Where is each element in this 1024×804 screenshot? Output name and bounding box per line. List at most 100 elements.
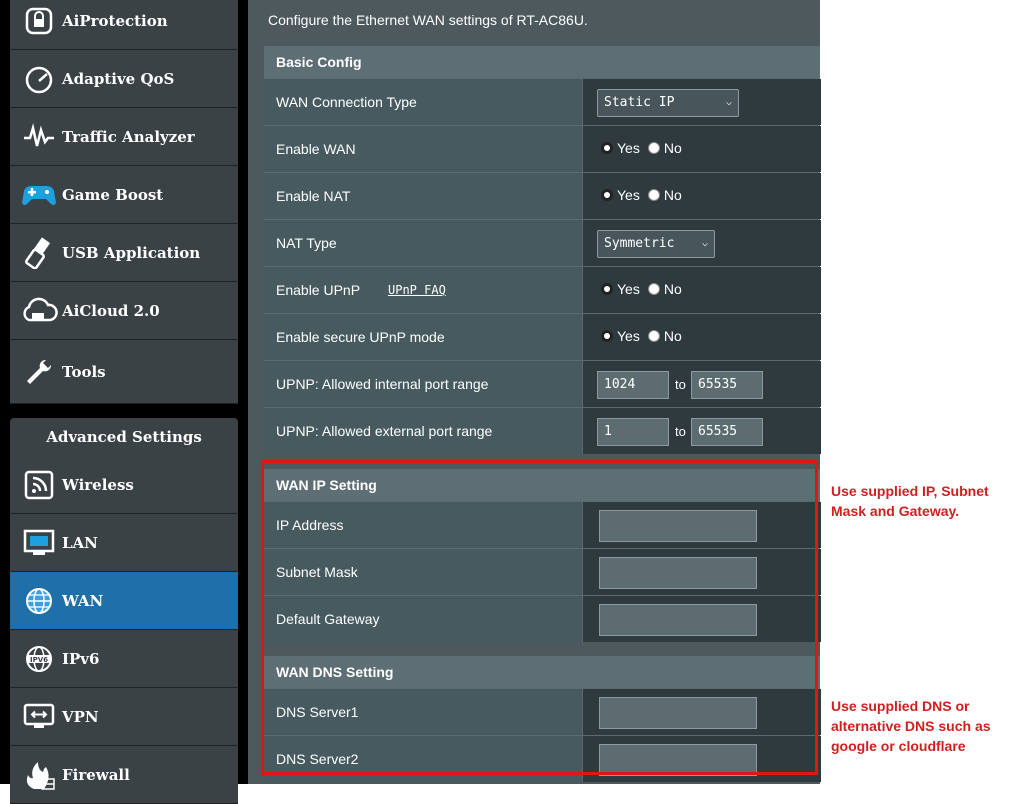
- enable-nat-yes-radio[interactable]: [601, 189, 613, 201]
- sidebar-item-traffic-analyzer[interactable]: Traffic Analyzer: [10, 108, 238, 166]
- chevron-down-icon: ⌵: [701, 238, 708, 249]
- enable-wan-no-radio[interactable]: [647, 142, 660, 154]
- secure-upnp-yes-radio[interactable]: [601, 330, 613, 342]
- dns-server2-input[interactable]: [599, 744, 757, 776]
- radio-label: No: [663, 140, 682, 156]
- annotation-line: Use supplied IP, Subnet: [831, 483, 989, 499]
- sidebar-item-usb-application[interactable]: USB Application: [10, 224, 238, 282]
- section-wan-dns-setting: WAN DNS Setting: [264, 656, 820, 688]
- select-value: Symmetric: [604, 236, 675, 251]
- sidebar-item-label: LAN: [62, 533, 98, 552]
- globe-icon: [18, 584, 60, 618]
- row-enable-upnp: Enable UPnP UPnP FAQ Yes No: [264, 266, 821, 313]
- annotation-line: alternative DNS such as: [831, 718, 991, 734]
- radio-label: Yes: [617, 328, 640, 344]
- default-gateway-input[interactable]: [599, 604, 757, 636]
- internal-port-to-input[interactable]: 65535: [691, 371, 763, 399]
- select-value: Static IP: [604, 95, 675, 110]
- row-label: DNS Server1: [276, 704, 359, 720]
- ip-address-input[interactable]: [599, 510, 757, 542]
- row-enable-nat: Enable NAT Yes No: [264, 172, 821, 219]
- sidebar-item-vpn[interactable]: VPN: [10, 688, 238, 746]
- external-port-from-input[interactable]: 1: [597, 418, 669, 446]
- wan-settings-panel: Configure the Ethernet WAN settings of R…: [248, 0, 821, 784]
- range-to-label: to: [675, 377, 686, 392]
- cloud-icon: [18, 294, 60, 328]
- sidebar-item-wireless[interactable]: Wireless: [10, 456, 238, 514]
- row-label: IP Address: [276, 517, 344, 533]
- radio-label: Yes: [617, 187, 640, 203]
- internal-port-from-input[interactable]: 1024: [597, 371, 669, 399]
- radio-label: Yes: [617, 140, 640, 156]
- sidebar-item-firewall[interactable]: Firewall: [10, 746, 238, 804]
- wrench-icon: [18, 355, 60, 389]
- row-label: UPNP: Allowed internal port range: [276, 376, 489, 392]
- row-ip-address: IP Address: [264, 501, 821, 548]
- sidebar-item-wan[interactable]: WAN: [10, 572, 238, 630]
- sidebar-item-label: VPN: [62, 707, 99, 726]
- row-dns-server2: DNS Server2: [264, 735, 821, 782]
- radio-label: No: [663, 328, 682, 344]
- ipv6-globe-icon: IPV6: [18, 642, 60, 676]
- traffic-wave-icon: [18, 120, 60, 154]
- subnet-mask-input[interactable]: [599, 557, 757, 589]
- fire-icon: [18, 758, 60, 792]
- row-internal-port-range: UPNP: Allowed internal port range 1024 t…: [264, 360, 821, 407]
- annotation-ip-note: Use supplied IP, Subnet Mask and Gateway…: [831, 481, 989, 521]
- sidebar-item-tools[interactable]: Tools: [10, 340, 238, 404]
- sidebar-item-label: Firewall: [62, 765, 130, 784]
- sidebar-item-label: Tools: [62, 362, 106, 381]
- row-secure-upnp: Enable secure UPnP mode Yes No: [264, 313, 821, 360]
- sidebar-item-label: Traffic Analyzer: [62, 127, 195, 146]
- sidebar-item-aiprotection[interactable]: AiProtection: [10, 0, 238, 50]
- sidebar-item-adaptive-qos[interactable]: Adaptive QoS: [10, 50, 238, 108]
- advanced-settings-header: Advanced Settings: [10, 418, 238, 456]
- row-subnet-mask: Subnet Mask: [264, 548, 821, 595]
- sidebar-item-label: IPv6: [62, 649, 100, 668]
- sidebar-item-label: AiCloud 2.0: [62, 301, 160, 320]
- sidebar-item-lan[interactable]: LAN: [10, 514, 238, 572]
- sidebar-item-game-boost[interactable]: Game Boost: [10, 166, 238, 224]
- enable-upnp-yes-radio[interactable]: [601, 283, 613, 295]
- sidebar-item-label: WAN: [62, 591, 104, 610]
- radio-label: No: [663, 187, 682, 203]
- row-label: WAN Connection Type: [276, 94, 417, 110]
- usb-icon: [18, 236, 60, 270]
- sidebar-item-label: Game Boost: [62, 185, 164, 204]
- secure-upnp-no-radio[interactable]: [647, 330, 660, 342]
- chevron-down-icon: ⌵: [725, 97, 732, 108]
- upnp-faq-link[interactable]: UPnP FAQ: [388, 267, 446, 313]
- sidebar-item-label: USB Application: [62, 243, 201, 262]
- sidebar-item-aicloud[interactable]: AiCloud 2.0: [10, 282, 238, 340]
- dns-server1-input[interactable]: [599, 697, 757, 729]
- section-basic-config: Basic Config: [264, 46, 820, 78]
- wan-connection-type-select[interactable]: Static IP ⌵: [597, 89, 739, 117]
- lock-shield-icon: [18, 4, 60, 38]
- annotation-line: Mask and Gateway.: [831, 503, 960, 519]
- enable-nat-no-radio[interactable]: [647, 189, 660, 201]
- row-label: Enable secure UPnP mode: [276, 329, 445, 345]
- row-enable-wan: Enable WAN Yes No: [264, 125, 821, 172]
- row-external-port-range: UPNP: Allowed external port range 1 to 6…: [264, 407, 821, 454]
- sidebar: AiProtection Adaptive QoS Traffic Analyz…: [0, 0, 248, 804]
- row-label: UPNP: Allowed external port range: [276, 423, 493, 439]
- annotation-line: google or cloudflare: [831, 738, 966, 754]
- page-description: Configure the Ethernet WAN settings of R…: [268, 12, 588, 28]
- sidebar-item-label: Adaptive QoS: [62, 69, 175, 88]
- row-label: Default Gateway: [276, 611, 380, 627]
- gamepad-icon: [18, 178, 60, 212]
- nat-type-select[interactable]: Symmetric ⌵: [597, 230, 715, 258]
- wifi-icon: [18, 468, 60, 502]
- enable-wan-yes-radio[interactable]: [601, 142, 613, 154]
- radio-label: Yes: [617, 281, 640, 297]
- section-wan-ip-setting: WAN IP Setting: [264, 469, 820, 501]
- vpn-icon: [18, 700, 60, 734]
- row-wan-connection-type: WAN Connection Type Static IP ⌵: [264, 78, 821, 125]
- radio-label: No: [663, 281, 682, 297]
- row-label: NAT Type: [276, 235, 337, 251]
- row-default-gateway: Default Gateway: [264, 595, 821, 642]
- sidebar-item-label: Wireless: [62, 475, 134, 494]
- sidebar-item-ipv6[interactable]: IPV6 IPv6: [10, 630, 238, 688]
- external-port-to-input[interactable]: 65535: [691, 418, 763, 446]
- enable-upnp-no-radio[interactable]: [647, 283, 660, 295]
